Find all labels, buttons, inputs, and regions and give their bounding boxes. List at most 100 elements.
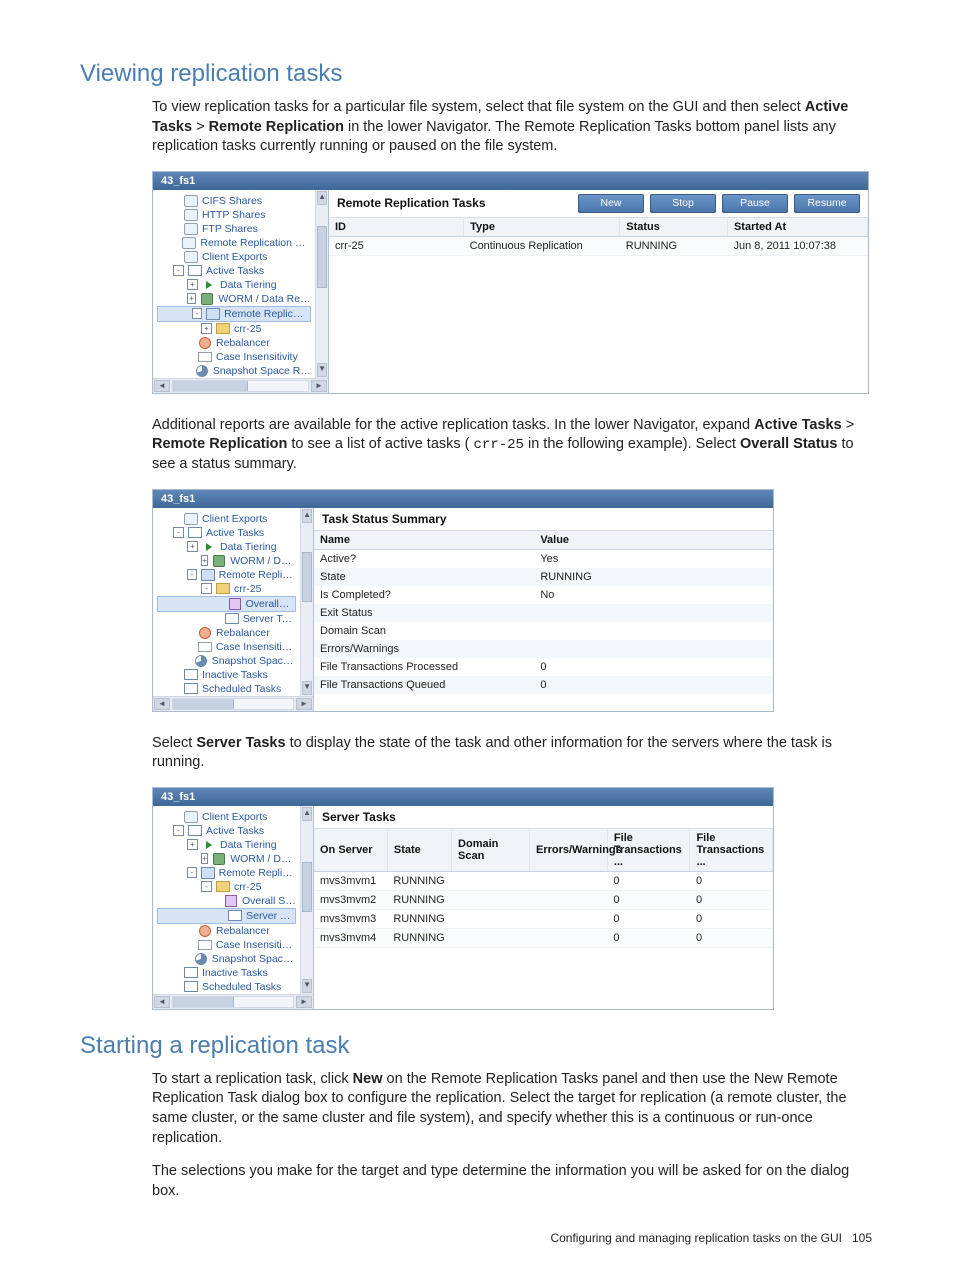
horizontal-scrollbar[interactable]: ◄ ►: [153, 696, 313, 711]
tree-item[interactable]: Snapshot Space Reclamation: [153, 654, 300, 668]
tree-item[interactable]: -Active Tasks: [153, 526, 300, 540]
table-row[interactable]: Active?Yes: [314, 549, 773, 568]
scroll-down-icon[interactable]: ▼: [317, 363, 327, 377]
new-button[interactable]: New: [578, 194, 644, 213]
table-row[interactable]: Is Completed?No: [314, 586, 773, 604]
expand-toggle-icon[interactable]: -: [173, 265, 184, 276]
table-row[interactable]: mvs3mvm3RUNNING00: [314, 909, 773, 928]
tree-item[interactable]: Overall Status: [153, 894, 300, 908]
expand-toggle-icon[interactable]: +: [201, 323, 212, 334]
tree-item[interactable]: +WORM / Data Retention: [153, 554, 300, 568]
table-row[interactable]: Exit Status: [314, 604, 773, 622]
scroll-right-icon[interactable]: ►: [296, 996, 312, 1008]
scroll-right-icon[interactable]: ►: [296, 698, 312, 710]
tree-item[interactable]: Scheduled Tasks: [153, 682, 300, 696]
tree-item[interactable]: +Data Tiering: [153, 540, 300, 554]
tree-item[interactable]: Client Exports: [153, 512, 300, 526]
col-id[interactable]: ID: [329, 218, 464, 237]
expand-toggle-icon[interactable]: -: [173, 527, 184, 538]
table-row[interactable]: crr-25 Continuous Replication RUNNING Ju…: [329, 236, 868, 255]
vertical-scrollbar[interactable]: ▲ ▼: [300, 508, 313, 696]
tree-item[interactable]: Rebalancer: [153, 924, 300, 938]
table-row[interactable]: StateRUNNING: [314, 568, 773, 586]
tree-item[interactable]: Case Insensitivity: [153, 350, 315, 364]
scroll-thumb[interactable]: [173, 699, 234, 709]
tree-item[interactable]: CIFS Shares: [153, 194, 315, 208]
tree-item[interactable]: Case Insensitivity: [153, 640, 300, 654]
tree-item[interactable]: -Remote Replication: [153, 866, 300, 880]
scroll-up-icon[interactable]: ▲: [302, 509, 312, 523]
tree-item[interactable]: Case Insensitivity: [153, 938, 300, 952]
tree-item[interactable]: +crr-25: [153, 322, 315, 336]
col-on-server[interactable]: On Server: [314, 829, 387, 872]
tree-item[interactable]: Rebalancer: [153, 626, 300, 640]
tree-item[interactable]: Snapshot Space Reclamation: [153, 364, 315, 378]
scroll-thumb[interactable]: [302, 862, 312, 912]
col-file-trans-2[interactable]: File Transactions ...: [690, 829, 773, 872]
expand-toggle-icon[interactable]: +: [201, 555, 208, 566]
scroll-left-icon[interactable]: ◄: [154, 996, 170, 1008]
expand-toggle-icon[interactable]: +: [187, 279, 198, 290]
tree-item[interactable]: HTTP Shares: [153, 208, 315, 222]
tree-item[interactable]: Server Tasks: [153, 612, 300, 626]
vertical-scrollbar[interactable]: ▲ ▼: [315, 190, 328, 378]
expand-toggle-icon[interactable]: -: [192, 308, 202, 319]
scroll-down-icon[interactable]: ▼: [302, 979, 312, 993]
tree-item[interactable]: Client Exports: [153, 250, 315, 264]
expand-toggle-icon[interactable]: -: [173, 825, 184, 836]
scroll-thumb[interactable]: [302, 552, 312, 602]
stop-button[interactable]: Stop: [650, 194, 716, 213]
resume-button[interactable]: Resume: [794, 194, 860, 213]
tree-item[interactable]: FTP Shares: [153, 222, 315, 236]
expand-toggle-icon[interactable]: +: [187, 839, 198, 850]
tree-item[interactable]: Rebalancer: [153, 336, 315, 350]
col-domain-scan[interactable]: Domain Scan: [452, 829, 530, 872]
tree-item[interactable]: +Data Tiering: [153, 278, 315, 292]
tree-item[interactable]: Overall Status: [157, 596, 296, 612]
tree-item[interactable]: -Remote Replication: [157, 306, 311, 322]
tree-item[interactable]: Scheduled Tasks: [153, 980, 300, 994]
tree-item[interactable]: -crr-25: [153, 582, 300, 596]
table-row[interactable]: mvs3mvm2RUNNING00: [314, 890, 773, 909]
tree-item[interactable]: Remote Replication Exports: [153, 236, 315, 250]
table-row[interactable]: Domain Scan: [314, 622, 773, 640]
tree-item[interactable]: Inactive Tasks: [153, 966, 300, 980]
tree-item[interactable]: +WORM / Data Retention: [153, 292, 315, 306]
expand-toggle-icon[interactable]: -: [187, 867, 197, 878]
table-row[interactable]: File Transactions Processed0: [314, 658, 773, 676]
col-started-at[interactable]: Started At: [727, 218, 867, 237]
col-value[interactable]: Value: [534, 531, 773, 550]
scroll-right-icon[interactable]: ►: [311, 380, 327, 392]
tree-item[interactable]: -Remote Replication: [153, 568, 300, 582]
tree-item[interactable]: Snapshot Space Reclamation: [153, 952, 300, 966]
scroll-down-icon[interactable]: ▼: [302, 681, 312, 695]
col-name[interactable]: Name: [314, 531, 534, 550]
tree-item[interactable]: -Active Tasks: [153, 824, 300, 838]
col-errors-warnings[interactable]: Errors/Warnings: [529, 829, 607, 872]
table-row[interactable]: File Transactions Queued0: [314, 676, 773, 694]
scroll-thumb[interactable]: [317, 226, 327, 288]
col-state[interactable]: State: [387, 829, 451, 872]
tree-item[interactable]: +WORM / Data Retention: [153, 852, 300, 866]
table-row[interactable]: Errors/Warnings: [314, 640, 773, 658]
scroll-up-icon[interactable]: ▲: [302, 807, 312, 821]
table-row[interactable]: mvs3mvm1RUNNING00: [314, 871, 773, 890]
scroll-left-icon[interactable]: ◄: [154, 698, 170, 710]
expand-toggle-icon[interactable]: +: [187, 541, 198, 552]
pause-button[interactable]: Pause: [722, 194, 788, 213]
table-row[interactable]: mvs3mvm4RUNNING00: [314, 928, 773, 947]
expand-toggle-icon[interactable]: -: [201, 881, 212, 892]
scroll-thumb[interactable]: [173, 997, 234, 1007]
expand-toggle-icon[interactable]: -: [201, 583, 212, 594]
tree-item[interactable]: -Active Tasks: [153, 264, 315, 278]
expand-toggle-icon[interactable]: +: [201, 853, 208, 864]
tree-item[interactable]: Server Tasks: [157, 908, 296, 924]
col-type[interactable]: Type: [464, 218, 620, 237]
tree-item[interactable]: Client Exports: [153, 810, 300, 824]
scroll-left-icon[interactable]: ◄: [154, 380, 170, 392]
col-status[interactable]: Status: [620, 218, 728, 237]
vertical-scrollbar[interactable]: ▲ ▼: [300, 806, 313, 994]
tree-item[interactable]: -crr-25: [153, 880, 300, 894]
expand-toggle-icon[interactable]: +: [187, 293, 196, 304]
horizontal-scrollbar[interactable]: ◄ ►: [153, 994, 313, 1009]
